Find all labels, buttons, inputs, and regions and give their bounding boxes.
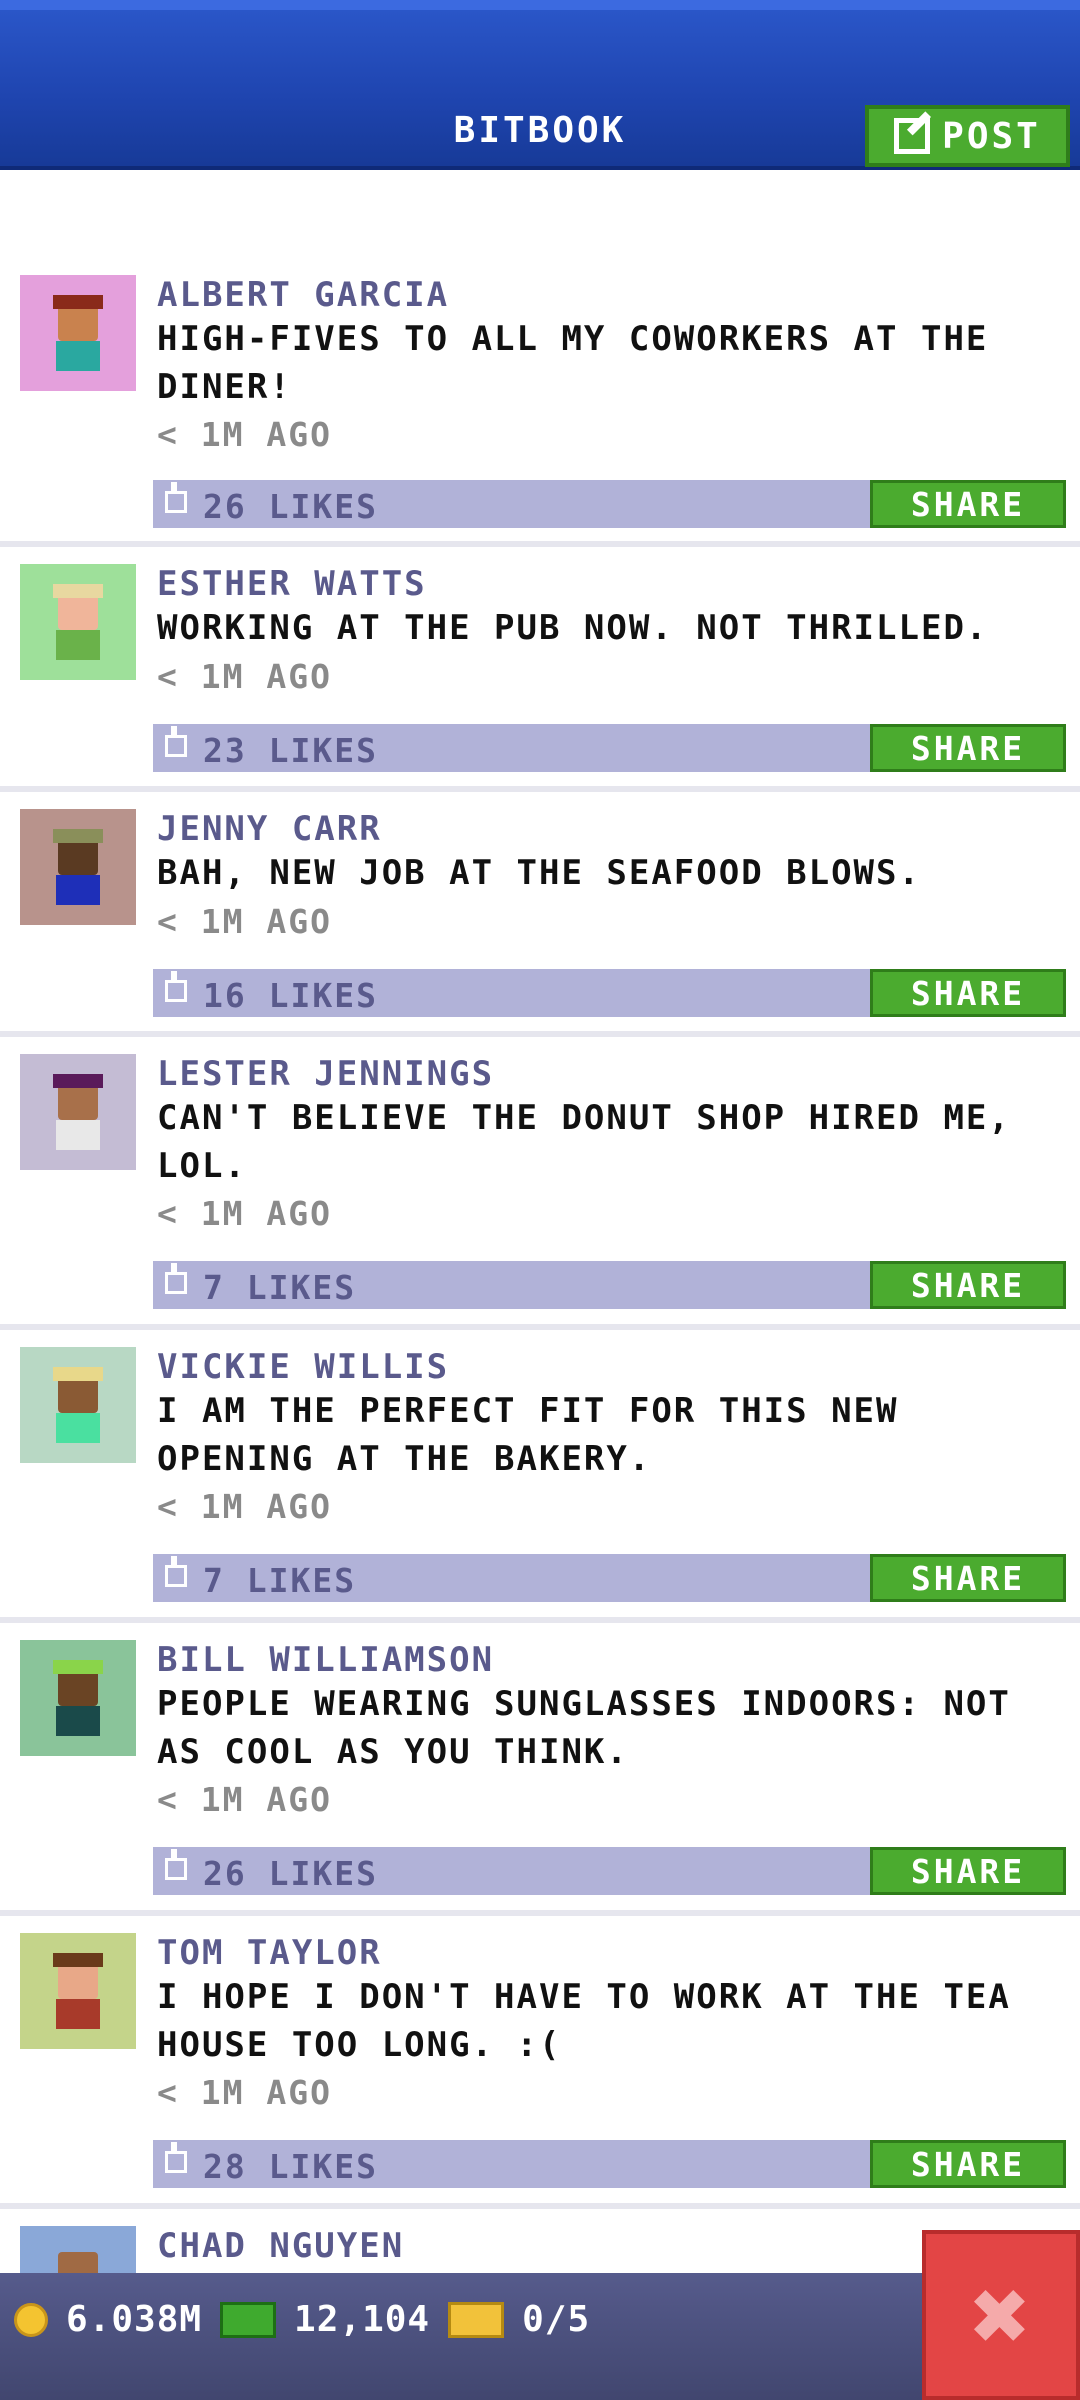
- share-button[interactable]: SHARE: [870, 724, 1066, 772]
- status-bar: 6.038M 12,104 0/5: [0, 2273, 1080, 2400]
- ticket-icon: [448, 2301, 505, 2338]
- coins-value: 6.038M: [66, 2299, 203, 2340]
- thumbs-up-icon: [165, 726, 187, 757]
- post-label: POST: [942, 115, 1041, 157]
- thumbs-up-icon: [165, 482, 187, 513]
- post-author[interactable]: LESTER JENNINGS: [157, 1054, 494, 1094]
- close-button[interactable]: ✖: [922, 2230, 1080, 2400]
- likes-bar: 26 LIKES SHARE: [153, 1847, 1066, 1895]
- post-message: I HOPE I DON'T HAVE TO WORK AT THE TEA H…: [157, 1977, 1011, 2065]
- share-button[interactable]: SHARE: [870, 480, 1066, 528]
- post-time: < 1M AGO: [157, 1780, 332, 1819]
- feed-list[interactable]: ALBERT GARCIA HIGH-FIVES TO ALL MY COWOR…: [0, 255, 1080, 2342]
- feed-post: VICKIE WILLIS I AM THE PERFECT FIT FOR T…: [0, 1330, 1080, 1623]
- post-time: < 1M AGO: [157, 2073, 332, 2112]
- feed-post: ALBERT GARCIA HIGH-FIVES TO ALL MY COWOR…: [0, 255, 1080, 547]
- likes-count: 28 LIKES: [203, 2147, 378, 2186]
- post-time: < 1M AGO: [157, 1194, 332, 1233]
- share-button[interactable]: SHARE: [870, 1847, 1066, 1895]
- likes-count: 16 LIKES: [203, 976, 378, 1015]
- avatar: [20, 1347, 136, 1463]
- post-author[interactable]: ESTHER WATTS: [157, 564, 427, 604]
- likes-count: 26 LIKES: [203, 1854, 378, 1893]
- feed-post: ESTHER WATTS WORKING AT THE PUB NOW. NOT…: [0, 547, 1080, 792]
- post-author[interactable]: JENNY CARR: [157, 809, 382, 849]
- avatar: [20, 275, 136, 391]
- likes-count: 26 LIKES: [203, 487, 378, 526]
- post-time: < 1M AGO: [157, 415, 332, 454]
- bux-value: 12,104: [294, 2299, 431, 2340]
- likes-bar: 23 LIKES SHARE: [153, 724, 1066, 772]
- post-message: CAN'T BELIEVE THE DONUT SHOP HIRED ME, L…: [157, 1098, 1011, 1186]
- avatar: [20, 564, 136, 680]
- post-button[interactable]: POST: [865, 105, 1070, 167]
- thumbs-up-icon: [165, 1263, 187, 1294]
- feed-post: TOM TAYLOR I HOPE I DON'T HAVE TO WORK A…: [0, 1916, 1080, 2209]
- share-button[interactable]: SHARE: [870, 2140, 1066, 2188]
- likes-bar: 16 LIKES SHARE: [153, 969, 1066, 1017]
- likes-bar: 7 LIKES SHARE: [153, 1554, 1066, 1602]
- app-header: BITBOOK POST: [0, 0, 1080, 170]
- post-time: < 1M AGO: [157, 657, 332, 696]
- feed-post: JENNY CARR BAH, NEW JOB AT THE SEAFOOD B…: [0, 792, 1080, 1037]
- close-icon: ✖: [970, 2256, 1032, 2374]
- avatar: [20, 809, 136, 925]
- post-author[interactable]: VICKIE WILLIS: [157, 1347, 449, 1387]
- share-button[interactable]: SHARE: [870, 969, 1066, 1017]
- edit-icon: [894, 118, 931, 154]
- likes-count: 7 LIKES: [203, 1268, 357, 1307]
- thumbs-up-icon: [165, 1556, 187, 1587]
- thumbs-up-icon: [165, 2142, 187, 2173]
- feed-post: LESTER JENNINGS CAN'T BELIEVE THE DONUT …: [0, 1037, 1080, 1330]
- post-author[interactable]: BILL WILLIAMSON: [157, 1640, 494, 1680]
- post-author[interactable]: CHAD NGUYEN: [157, 2226, 404, 2266]
- avatar: [20, 1933, 136, 2049]
- post-time: < 1M AGO: [157, 1487, 332, 1526]
- post-message: PEOPLE WEARING SUNGLASSES INDOORS: NOT A…: [157, 1684, 1011, 1772]
- likes-bar: 28 LIKES SHARE: [153, 2140, 1066, 2188]
- feed-post: BILL WILLIAMSON PEOPLE WEARING SUNGLASSE…: [0, 1623, 1080, 1916]
- post-message: HIGH-FIVES TO ALL MY COWORKERS AT THE DI…: [157, 319, 989, 407]
- avatar: [20, 1640, 136, 1756]
- post-author[interactable]: ALBERT GARCIA: [157, 275, 449, 315]
- likes-bar: 7 LIKES SHARE: [153, 1261, 1066, 1309]
- likes-count: 23 LIKES: [203, 731, 378, 770]
- post-message: I AM THE PERFECT FIT FOR THIS NEW OPENIN…: [157, 1391, 899, 1479]
- thumbs-up-icon: [165, 971, 187, 1002]
- share-button[interactable]: SHARE: [870, 1261, 1066, 1309]
- avatar: [20, 1054, 136, 1170]
- post-time: < 1M AGO: [157, 902, 332, 941]
- bux-icon: [220, 2301, 277, 2338]
- post-author[interactable]: TOM TAYLOR: [157, 1933, 382, 1973]
- post-message: WORKING AT THE PUB NOW. NOT THRILLED.: [157, 608, 989, 648]
- post-message: BAH, NEW JOB AT THE SEAFOOD BLOWS.: [157, 853, 921, 893]
- share-button[interactable]: SHARE: [870, 1554, 1066, 1602]
- tickets-value: 0/5: [522, 2299, 591, 2340]
- coin-icon: [14, 2302, 48, 2337]
- thumbs-up-icon: [165, 1849, 187, 1880]
- likes-bar: 26 LIKES SHARE: [153, 480, 1066, 528]
- likes-count: 7 LIKES: [203, 1561, 357, 1600]
